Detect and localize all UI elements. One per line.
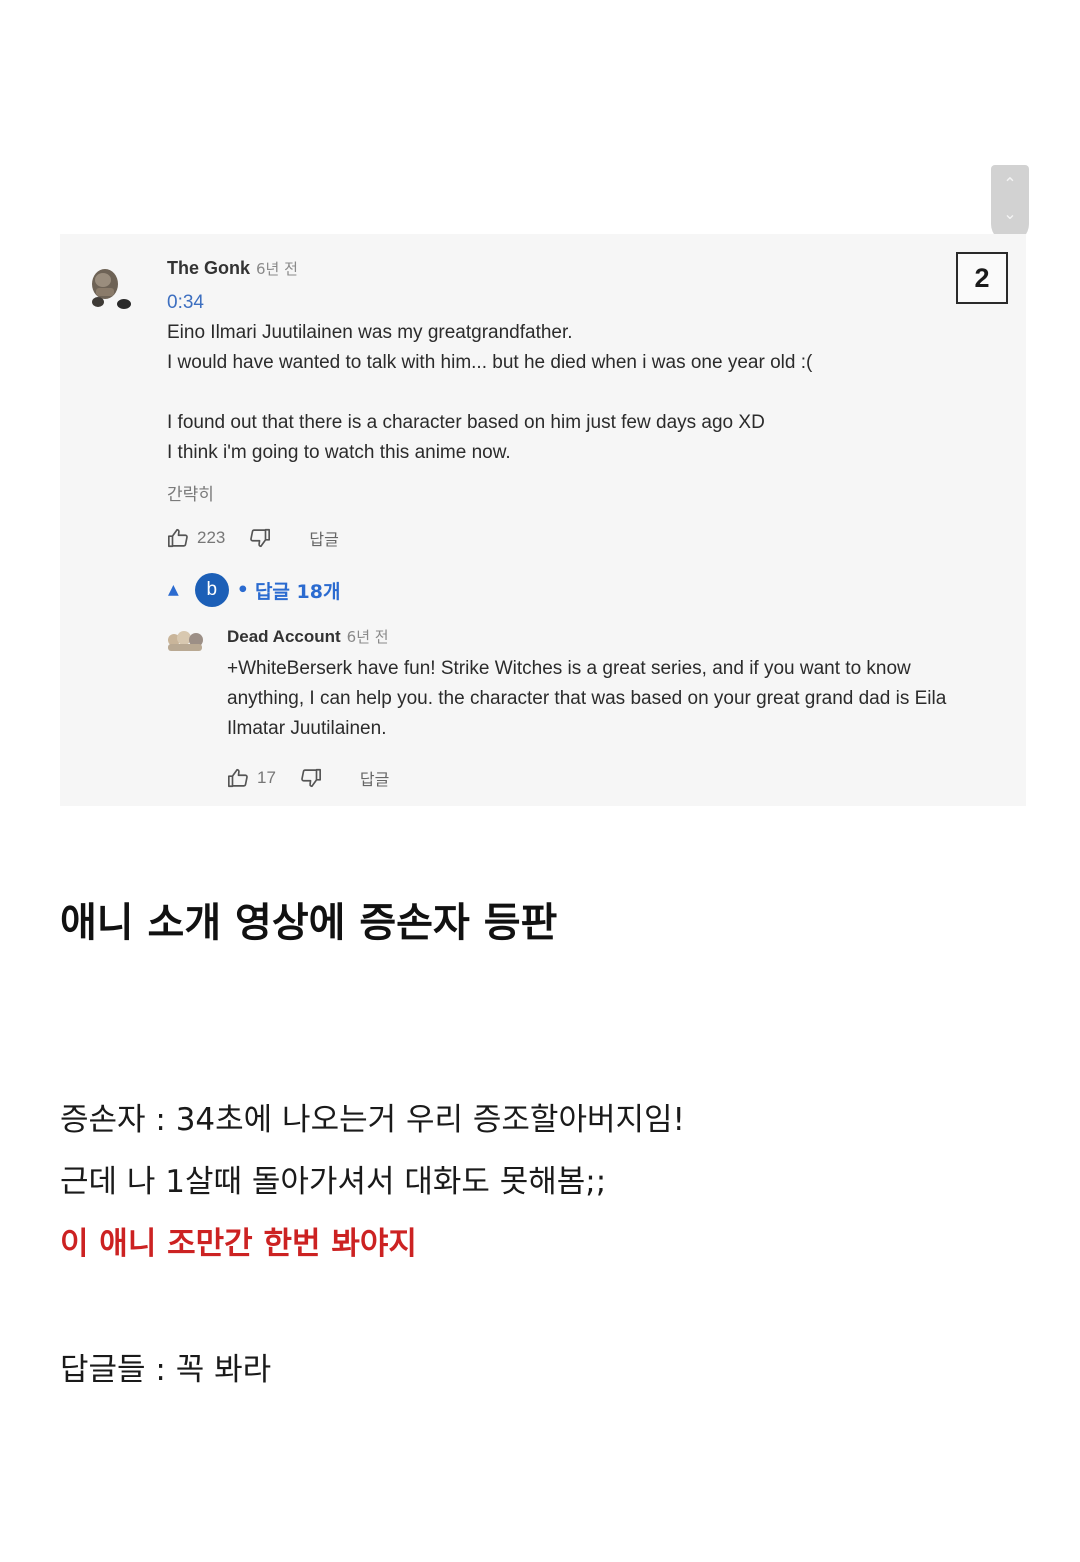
caption-line: 근데 나 1살때 돌아가셔서 대화도 못해봄;;	[60, 1164, 607, 1200]
comment-line: I would have wanted to talk with him... …	[167, 352, 813, 373]
thumbs-down-icon[interactable]	[249, 527, 271, 549]
reply-line: anything, I can help you. the character …	[227, 688, 947, 709]
chevron-up-icon[interactable]: ⌃	[991, 169, 1029, 199]
comment-actions: 223 답글	[167, 525, 339, 551]
replies-toggle[interactable]: ▲ b • 답글 18개	[166, 572, 340, 608]
thumbs-up-icon[interactable]	[167, 527, 189, 549]
comment-line: I think i'm going to watch this anime no…	[167, 442, 511, 463]
caption-line: 답글들 : 꼭 봐라	[60, 1352, 272, 1388]
scroll-control[interactable]: ⌃ ⌄	[991, 165, 1029, 243]
collapse-link[interactable]: 간략히	[167, 480, 214, 505]
thumbs-up-icon[interactable]	[227, 767, 249, 789]
like-count: 223	[197, 528, 226, 547]
comment-age: 6년 전	[256, 260, 298, 278]
author-name[interactable]: Dead Account	[227, 627, 341, 646]
caption-highlight-line: 이 애니 조만간 한번 봐야지	[60, 1226, 417, 1262]
reply-age: 6년 전	[346, 628, 389, 646]
avatar: b	[194, 573, 229, 607]
reply-actions: 17 답글	[227, 765, 389, 791]
comment-panel	[60, 234, 1026, 806]
like-count: 17	[257, 768, 276, 787]
thumbs-down-icon[interactable]	[300, 767, 322, 789]
replies-count-label: 답글 18개	[254, 580, 341, 603]
timestamp-link[interactable]: 0:34	[167, 292, 204, 314]
reply-button[interactable]: 답글	[360, 766, 389, 790]
comment-line: Eino Ilmari Juutilainen was my greatgran…	[167, 322, 573, 343]
avatar[interactable]	[84, 262, 136, 314]
reply-author[interactable]: Dead Account 6년 전	[227, 626, 389, 647]
avatar[interactable]	[166, 627, 206, 655]
caption-line: 증손자 : 34초에 나오는거 우리 증조할아버지임!	[60, 1102, 685, 1138]
collapse-triangle-icon: ▲	[168, 582, 179, 598]
reply-line: Ilmatar Juutilainen.	[227, 718, 387, 739]
chevron-down-icon[interactable]: ⌄	[991, 199, 1029, 229]
page-number-badge: 2	[956, 252, 1008, 304]
author-name[interactable]: The Gonk	[167, 258, 250, 278]
comment-author[interactable]: The Gonk 6년 전	[167, 258, 298, 279]
separator-dot: •	[236, 579, 249, 601]
reply-button[interactable]: 답글	[309, 526, 338, 550]
reply-line: +WhiteBerserk have fun! Strike Witches i…	[227, 658, 911, 679]
headline: 애니 소개 영상에 증손자 등판	[60, 900, 558, 946]
comment-line: I found out that there is a character ba…	[167, 412, 765, 433]
